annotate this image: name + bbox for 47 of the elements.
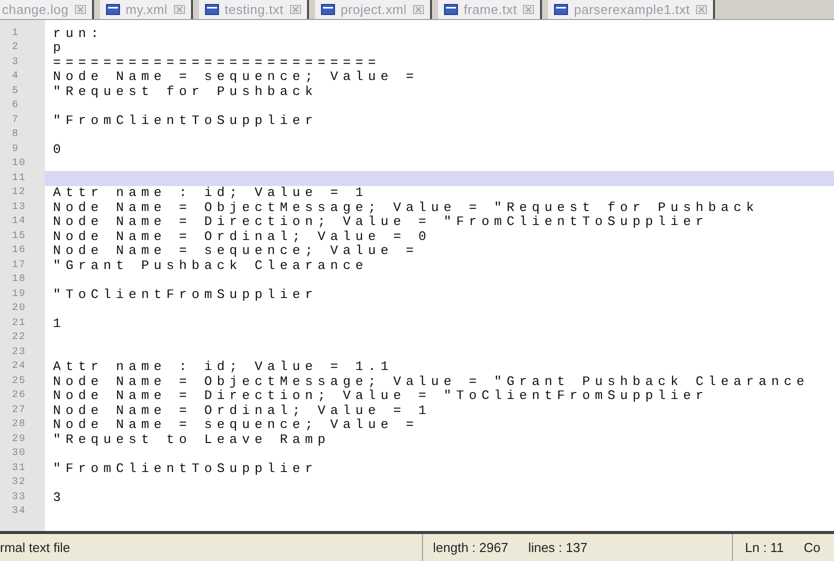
code-line: "Grant Pushback Clearance — [52, 258, 368, 273]
line-number: 11 — [0, 171, 45, 186]
code-line: "Request to Leave Ramp — [52, 432, 330, 447]
file-type-text: rmal text file — [0, 540, 70, 555]
code-line: "ToClientFromSupplier — [52, 286, 318, 302]
text-editor[interactable] — [0, 20, 834, 531]
close-icon[interactable] — [522, 5, 534, 14]
document-icon — [320, 4, 335, 15]
code-line: "FromClientToSupplier — [52, 460, 318, 476]
length-text: length : 2967 — [433, 540, 508, 555]
code-line: Attr name : id; Value = 1.1 — [52, 359, 394, 374]
code-line: 1 — [52, 316, 66, 331]
code-line: Node Name = Direction; Value = "FromClientToSupplier — [52, 214, 708, 230]
code-line: ========================== — [52, 54, 381, 70]
file-tab[interactable]: parserexample1.txt — [548, 0, 715, 19]
file-tab[interactable]: my.xml — [100, 0, 193, 19]
file-tab[interactable]: project.xml — [314, 0, 432, 19]
code-line: Attr name : id; Value = 1 — [52, 185, 368, 200]
document-icon — [204, 4, 219, 15]
document-icon — [554, 4, 568, 15]
close-icon[interactable] — [290, 5, 301, 14]
lines-text: lines : 137 — [528, 540, 588, 555]
file-tab[interactable]: frame.txt — [438, 0, 542, 19]
code-line: Node Name = Ordinal; Value = 0 — [52, 228, 432, 244]
code-line: Node Name = Ordinal; Value = 1 — [52, 402, 432, 418]
close-icon[interactable] — [174, 5, 185, 14]
code-line: 3 — [52, 490, 66, 505]
close-icon[interactable] — [696, 5, 707, 14]
code-line: p — [52, 40, 66, 56]
code-line: run: — [52, 26, 104, 41]
code-line: Node Name = ObjectMessage; Value = "Grant Pushback Clearance — [52, 374, 810, 389]
code-line: Node Name = ObjectMessage; Value = "Request for Pushback — [52, 200, 759, 215]
file-tab[interactable]: testing.txt — [198, 0, 309, 19]
close-icon[interactable] — [74, 5, 86, 14]
line-position-text: Ln : 11 — [745, 540, 784, 555]
document-icon — [444, 4, 458, 15]
code-line: 0 — [52, 142, 66, 157]
code-line: Node Name = sequence; Value = — [52, 243, 418, 258]
document-icon — [106, 4, 120, 15]
code-line: Node Name = sequence; Value = — [52, 417, 418, 432]
close-icon[interactable] — [412, 5, 424, 14]
code-line: "FromClientToSupplier — [52, 112, 318, 128]
file-tab[interactable]: change.log — [0, 0, 94, 19]
code-line: Node Name = Direction; Value = "ToClientFromSupplier — [52, 388, 708, 404]
column-text: Co — [804, 540, 820, 555]
code-line: Node Name = sequence; Value = — [52, 69, 418, 84]
code-line: "Request for Pushback — [52, 84, 318, 99]
